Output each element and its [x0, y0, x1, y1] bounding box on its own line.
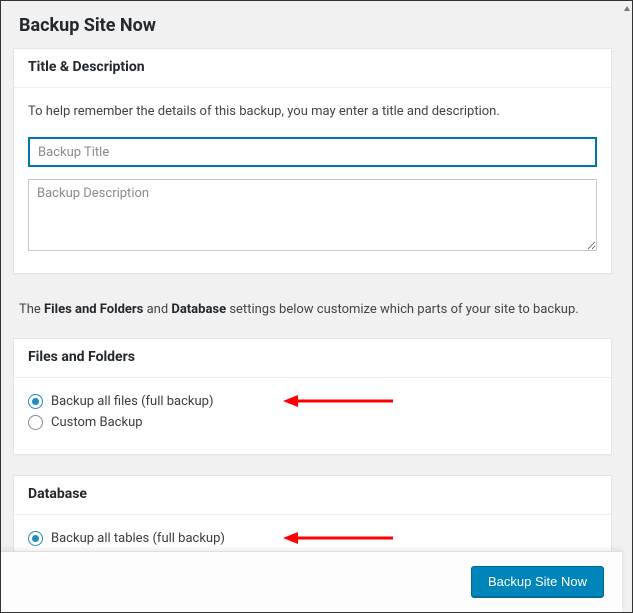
files-custom-backup-row: Custom Backup: [28, 415, 597, 430]
customize-explainer: The Files and Folders and Database setti…: [13, 294, 612, 338]
files-folders-heading: Files and Folders: [28, 349, 597, 365]
files-full-backup-row: Backup all files (full backup): [28, 394, 597, 409]
helper-text: To help remember the details of this bac…: [28, 104, 597, 119]
backup-site-now-button[interactable]: Backup Site Now: [471, 566, 604, 598]
scroll-up-icon: [623, 2, 631, 10]
annotation-arrow-icon: [283, 531, 393, 545]
database-heading: Database: [28, 486, 597, 502]
files-full-backup-radio[interactable]: [28, 394, 43, 409]
title-description-card: Title & Description To help remember the…: [13, 48, 612, 274]
database-full-backup-label[interactable]: Backup all tables (full backup): [51, 531, 225, 546]
database-full-backup-radio[interactable]: [28, 531, 43, 546]
files-custom-backup-label[interactable]: Custom Backup: [51, 415, 143, 430]
database-full-backup-row: Backup all tables (full backup): [28, 531, 597, 546]
files-full-backup-label[interactable]: Backup all files (full backup): [51, 394, 214, 409]
card-header: Title & Description: [14, 49, 611, 88]
footer-bar: Backup Site Now: [1, 551, 622, 612]
main-scroll[interactable]: Backup Site Now Title & Description To h…: [1, 1, 624, 612]
files-custom-backup-radio[interactable]: [28, 415, 43, 430]
title-description-heading: Title & Description: [28, 59, 597, 75]
card-header: Files and Folders: [14, 339, 611, 378]
files-folders-card: Files and Folders Backup all files (full…: [13, 338, 612, 455]
backup-description-textarea[interactable]: [28, 179, 597, 251]
backup-title-input[interactable]: [28, 137, 597, 167]
annotation-arrow-icon: [283, 394, 393, 408]
page-title: Backup Site Now: [13, 11, 612, 48]
card-header: Database: [14, 476, 611, 515]
